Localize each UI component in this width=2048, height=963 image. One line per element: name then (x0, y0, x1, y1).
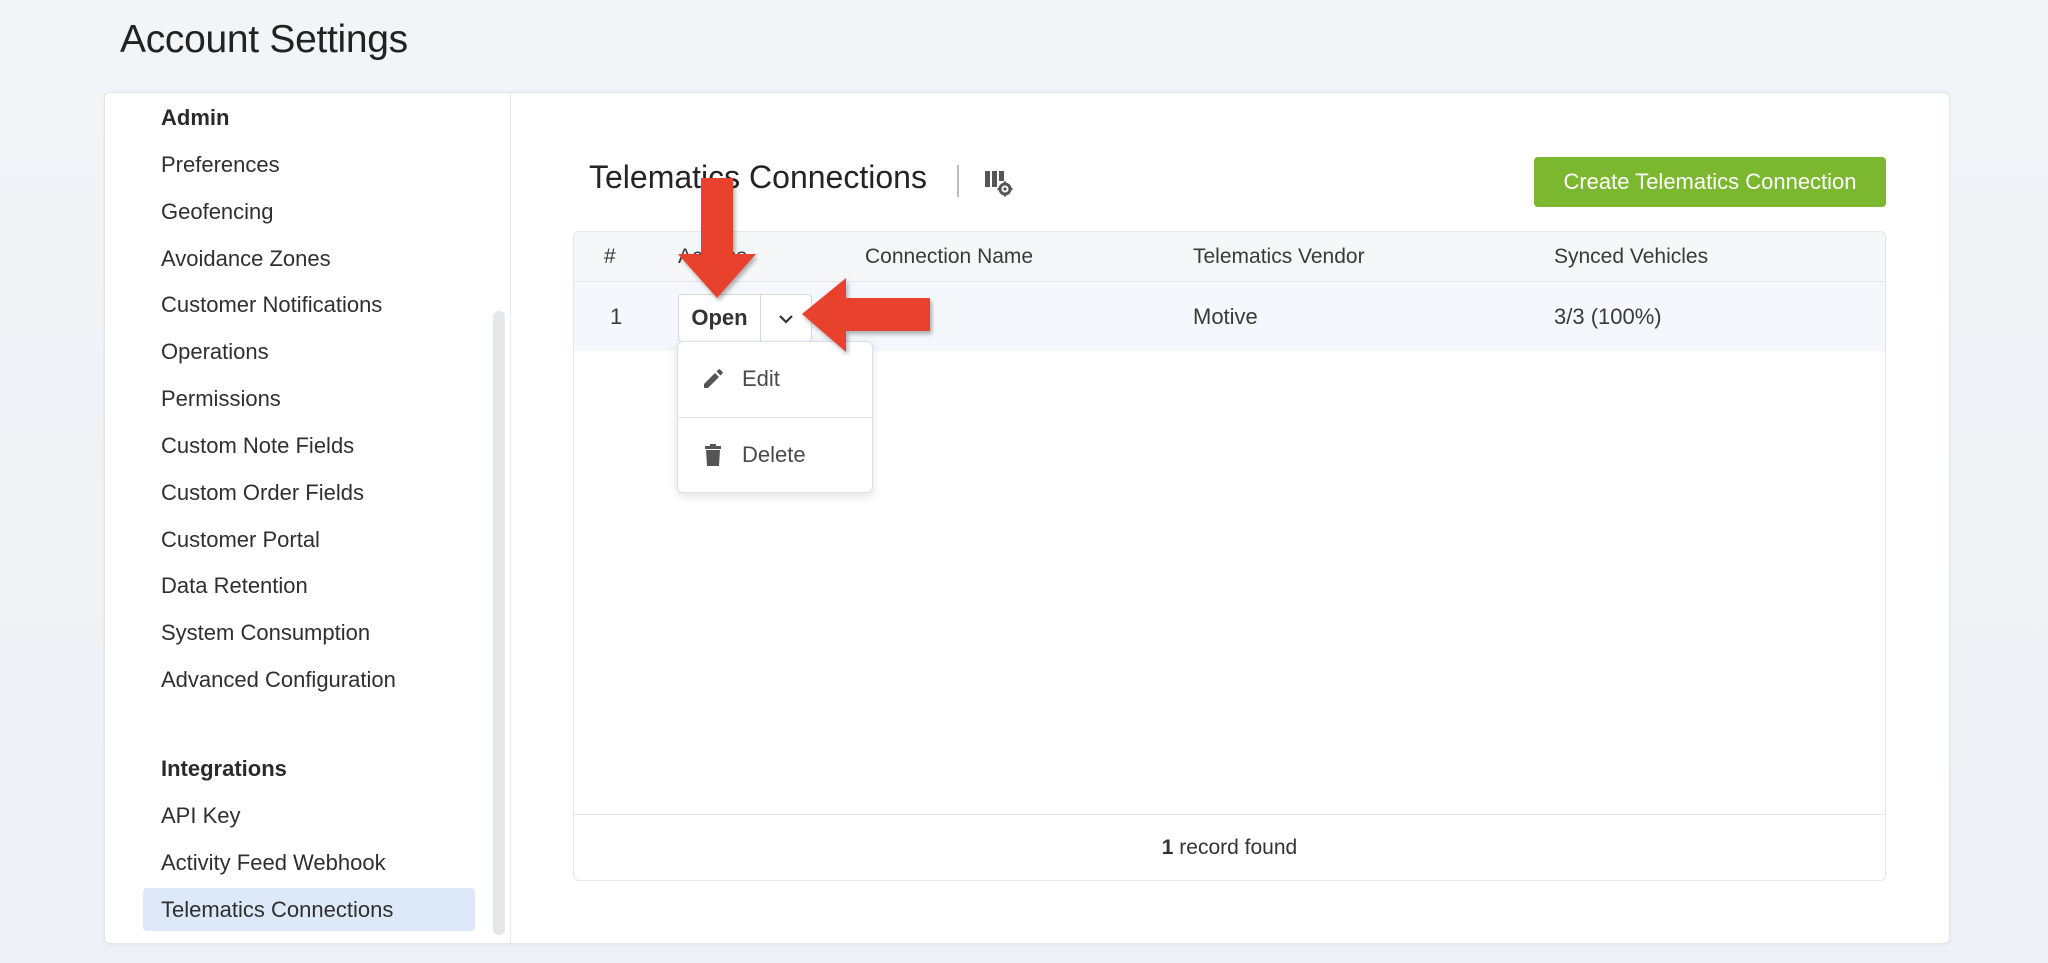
header-synced-vehicles[interactable]: Synced Vehicles (1554, 232, 1708, 282)
actions-dropdown-menu: Edit Delete (677, 341, 873, 493)
sidebar-item-api-key[interactable]: API Key (143, 794, 475, 837)
sidebar-section-integrations: Integrations (161, 756, 287, 781)
dropdown-item-delete[interactable]: Delete (678, 418, 872, 492)
sidebar-item-custom-order-fields[interactable]: Custom Order Fields (143, 471, 475, 514)
sidebar-item-telematics-connections[interactable]: Telematics Connections (143, 888, 475, 931)
header-telematics-vendor[interactable]: Telematics Vendor (1193, 232, 1365, 282)
chevron-down-icon (779, 314, 793, 324)
header-connection-name[interactable]: Connection Name (865, 232, 1033, 282)
connections-table: # Actions Connection Name Telematics Ven… (573, 231, 1886, 881)
record-count: 1 (1161, 836, 1174, 859)
sidebar-item-operations[interactable]: Operations (143, 330, 475, 373)
sidebar-item-geofencing[interactable]: Geofencing (143, 190, 475, 233)
page-title: Account Settings (120, 18, 408, 61)
settings-card: Admin Preferences Geofencing Avoidance Z… (104, 92, 1950, 944)
title-separator (957, 165, 959, 197)
sidebar-item-permissions[interactable]: Permissions (143, 377, 475, 420)
sidebar-section-admin: Admin (161, 105, 230, 130)
pencil-icon (700, 366, 726, 392)
sidebar-item-activity-feed-webhook[interactable]: Activity Feed Webhook (143, 841, 475, 884)
settings-sidebar: Admin Preferences Geofencing Avoidance Z… (105, 93, 511, 943)
column-settings-icon[interactable] (983, 167, 1013, 197)
sidebar-item-customer-portal[interactable]: Customer Portal (143, 518, 475, 561)
sidebar-item-system-consumption[interactable]: System Consumption (143, 611, 475, 654)
sidebar-item-preferences[interactable]: Preferences (143, 143, 475, 186)
record-count-label: record found (1173, 836, 1298, 859)
row-synced-vehicles: 3/3 (100%) (1554, 304, 1662, 329)
annotation-arrow-left-icon (802, 278, 930, 352)
create-telematics-connection-button[interactable]: Create Telematics Connection (1534, 157, 1886, 207)
sidebar-item-advanced-configuration[interactable]: Advanced Configuration (143, 658, 475, 701)
trash-icon (700, 442, 726, 468)
dropdown-item-edit-label: Edit (742, 366, 780, 391)
annotation-arrow-down-icon (678, 178, 756, 298)
sidebar-scrollbar[interactable] (493, 311, 505, 935)
table-footer: 1 record found (574, 814, 1885, 880)
sidebar-item-avoidance-zones[interactable]: Avoidance Zones (143, 237, 475, 280)
row-index: 1 (610, 304, 623, 329)
sidebar-item-customer-notifications[interactable]: Customer Notifications (143, 283, 475, 326)
header-index: # (604, 245, 616, 268)
dropdown-item-delete-label: Delete (742, 442, 806, 467)
sidebar-item-data-retention[interactable]: Data Retention (143, 564, 475, 607)
sidebar-item-custom-note-fields[interactable]: Custom Note Fields (143, 424, 475, 467)
table-header: # Actions Connection Name Telematics Ven… (574, 232, 1885, 282)
row-telematics-vendor: Motive (1193, 304, 1258, 329)
